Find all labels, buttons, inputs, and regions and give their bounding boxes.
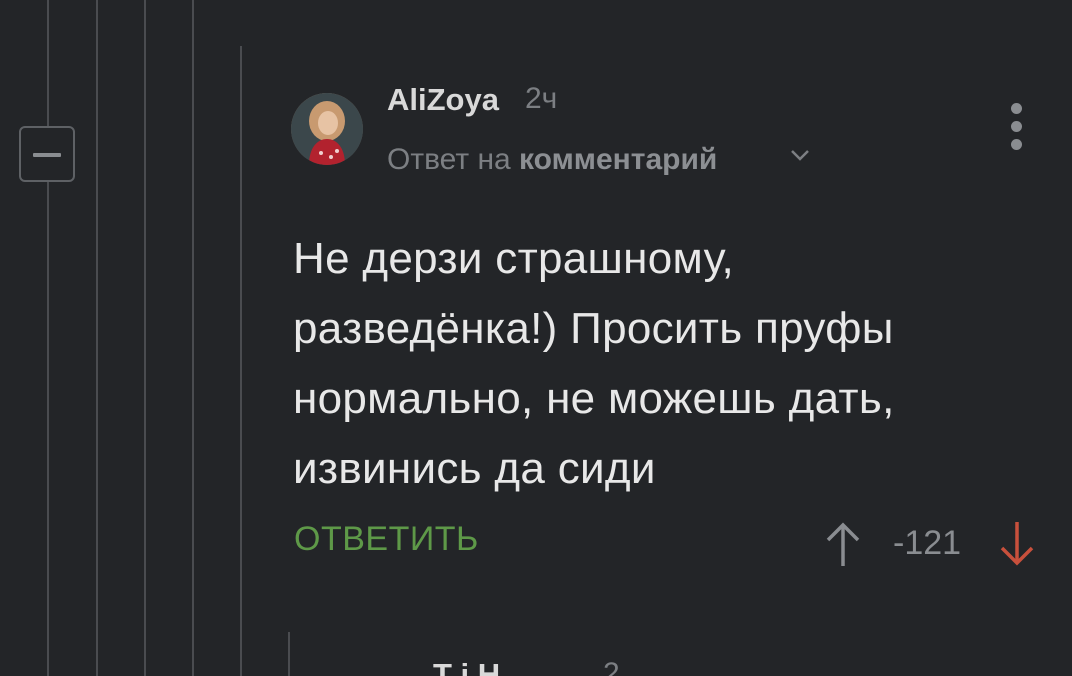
- minus-icon: [33, 153, 61, 157]
- next-comment-author[interactable]: T i H: [433, 657, 500, 676]
- vertical-dots-icon: [1011, 103, 1022, 114]
- thread-line: [96, 0, 98, 676]
- next-comment-time: 2: [603, 657, 620, 676]
- author-name[interactable]: AliZoya: [387, 82, 499, 118]
- arrow-down-icon[interactable]: [998, 520, 1036, 568]
- thread-line: [240, 46, 242, 676]
- comment-time: 2ч: [525, 82, 558, 115]
- comment-score: -121: [893, 524, 962, 562]
- vertical-dots-icon: [1011, 121, 1022, 132]
- chevron-down-icon[interactable]: [789, 147, 811, 163]
- parent-comment-link[interactable]: комментарий: [519, 143, 717, 176]
- avatar[interactable]: [291, 93, 363, 165]
- reply-button[interactable]: ОТВЕТИТЬ: [294, 520, 479, 559]
- more-options-button[interactable]: [1007, 103, 1027, 151]
- thread-line: [144, 0, 146, 676]
- reply-to-prefix: Ответ на: [387, 143, 520, 176]
- comment-body: Не дерзи страшному, разведёнка!) Просить…: [293, 234, 895, 493]
- arrow-up-icon[interactable]: [824, 520, 862, 568]
- thread-line: [192, 0, 194, 676]
- avatar-image: [291, 93, 363, 165]
- vertical-dots-icon: [1011, 139, 1022, 150]
- reply-to-line: Ответ на комментарий: [387, 143, 717, 177]
- comment-thread-page: AliZoya 2ч Ответ на комментарий Не дерзи…: [0, 0, 1072, 676]
- thread-line: [288, 632, 290, 676]
- collapse-thread-button[interactable]: [19, 126, 75, 182]
- thread-line: [47, 0, 49, 676]
